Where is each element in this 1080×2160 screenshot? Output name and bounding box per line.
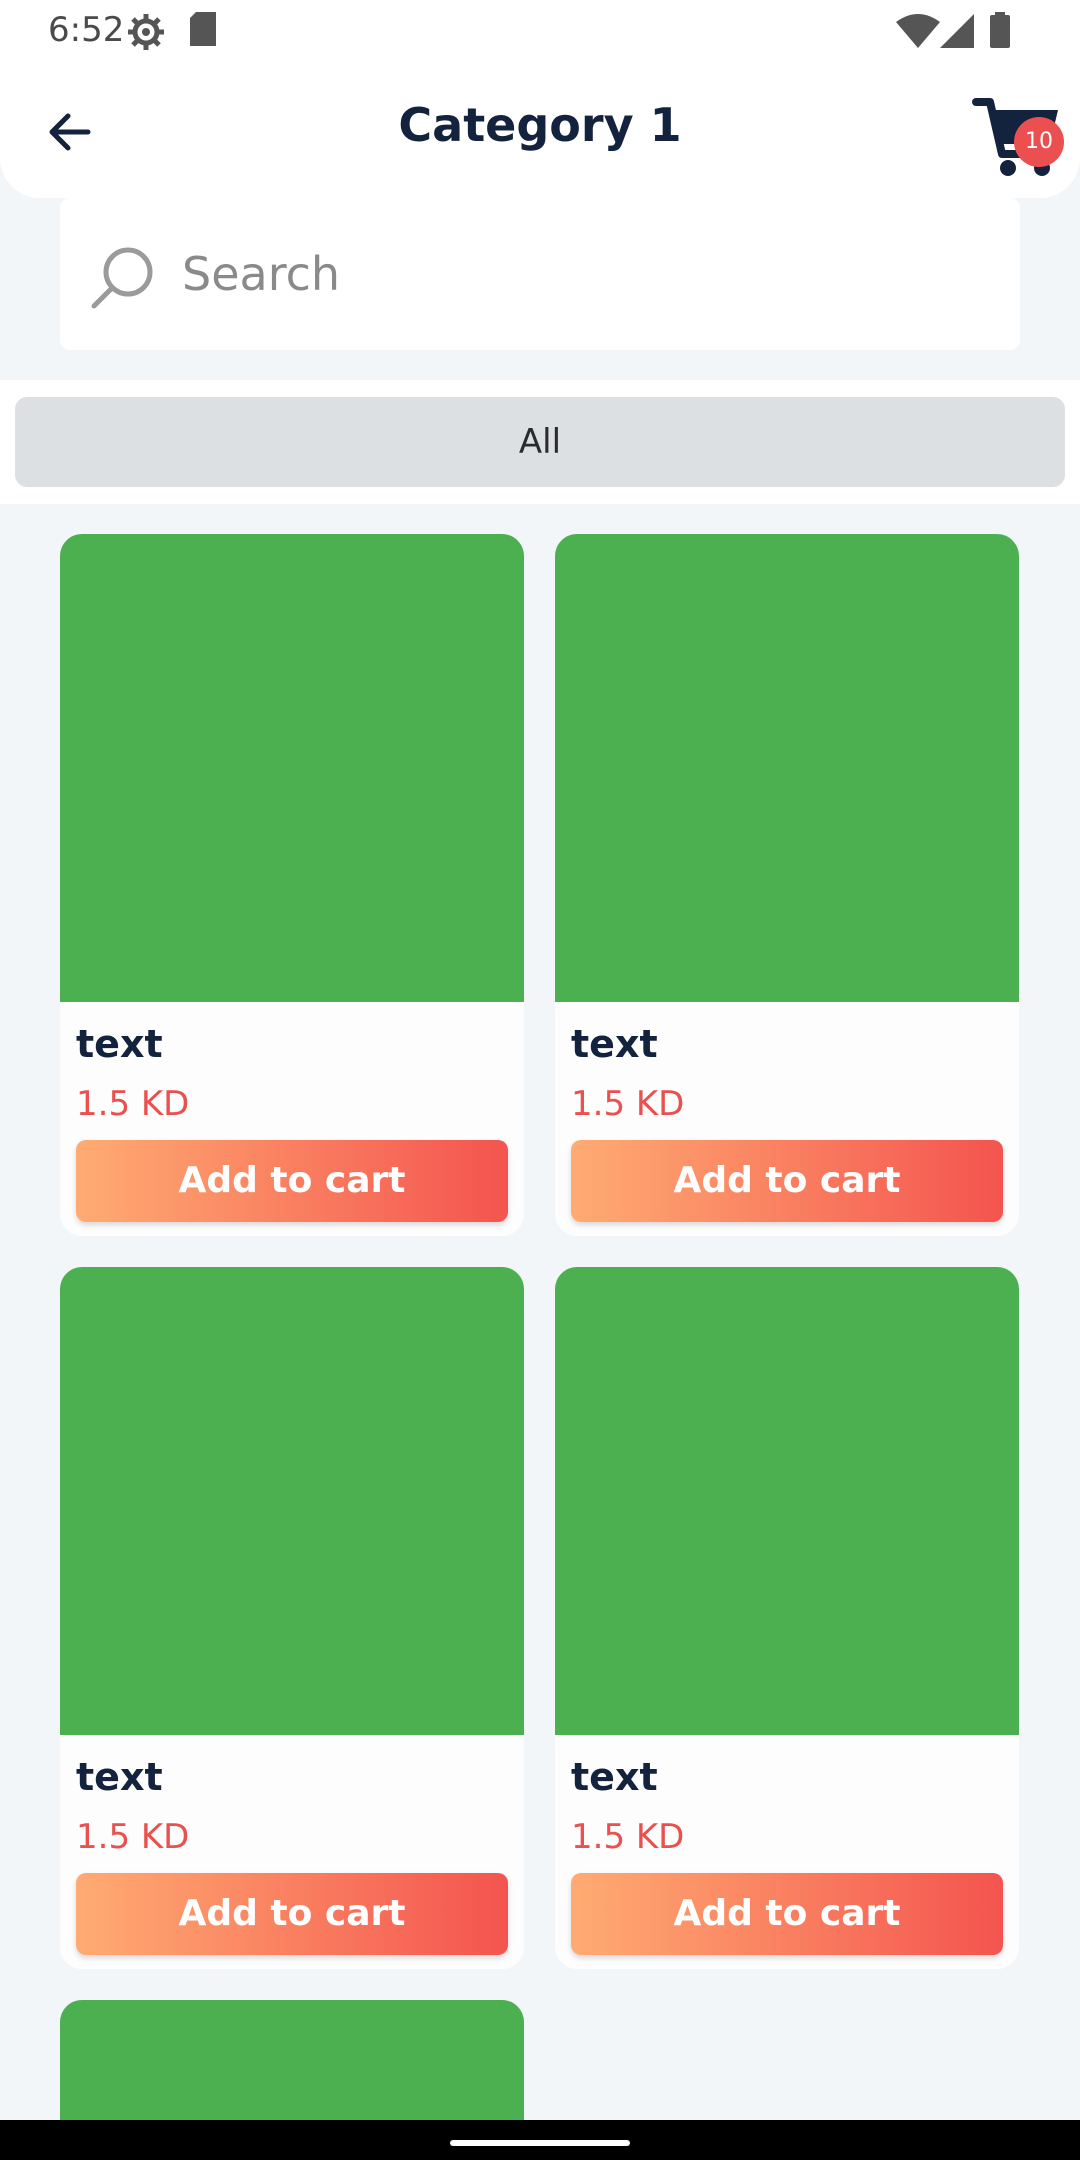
product-price: 1.5 KD — [571, 1817, 685, 1857]
product-image[interactable] — [60, 2000, 524, 2130]
status-time: 6:52 — [48, 10, 125, 50]
status-bar: 6:52 — [0, 0, 1080, 64]
product-name: text — [571, 1022, 658, 1066]
system-nav-bar — [0, 2120, 1080, 2160]
cellular-icon — [940, 14, 974, 48]
search-box[interactable] — [60, 198, 1020, 350]
app-bar: Category 1 10 — [0, 64, 1080, 198]
product-card[interactable]: text 1.5 KD Add to cart — [555, 1267, 1019, 1969]
page-title: Category 1 — [398, 98, 682, 152]
search-section — [0, 198, 1080, 380]
product-card[interactable]: text 1.5 KD Add to cart — [60, 1267, 524, 1969]
product-image[interactable] — [60, 534, 524, 1002]
cart-count-badge: 10 — [1014, 117, 1064, 167]
sd-card-icon — [190, 12, 216, 46]
product-card[interactable]: text 1.5 KD Add to cart — [60, 534, 524, 1236]
wifi-icon — [896, 14, 940, 48]
product-name: text — [76, 1022, 163, 1066]
add-to-cart-button[interactable]: Add to cart — [76, 1873, 508, 1955]
add-to-cart-button[interactable]: Add to cart — [571, 1873, 1003, 1955]
add-to-cart-button[interactable]: Add to cart — [76, 1140, 508, 1222]
settings-icon — [128, 14, 164, 50]
search-input[interactable] — [180, 228, 984, 320]
product-price: 1.5 KD — [76, 1817, 190, 1857]
product-image[interactable] — [555, 1267, 1019, 1735]
search-icon — [91, 247, 153, 309]
product-price: 1.5 KD — [571, 1084, 685, 1124]
product-name: text — [571, 1755, 658, 1799]
home-gesture-handle[interactable] — [450, 2140, 630, 2146]
add-to-cart-button[interactable]: Add to cart — [571, 1140, 1003, 1222]
product-card[interactable]: text 1.5 KD Add to cart — [555, 534, 1019, 1236]
product-image[interactable] — [60, 1267, 524, 1735]
filter-chip-all[interactable]: All — [15, 397, 1065, 487]
product-image[interactable] — [555, 534, 1019, 1002]
category-filter-bar: All — [0, 380, 1080, 504]
product-price: 1.5 KD — [76, 1084, 190, 1124]
product-name: text — [76, 1755, 163, 1799]
battery-icon — [990, 12, 1010, 48]
